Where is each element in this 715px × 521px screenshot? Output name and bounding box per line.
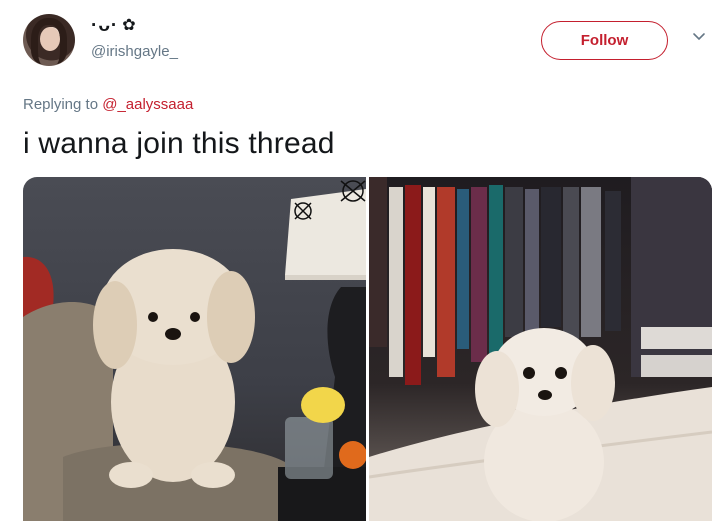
flower-icon: ✿ [122,17,136,34]
dog-on-couch-illustration [23,180,366,521]
dog-on-bed-photo[interactable] [369,177,712,521]
avatar[interactable] [23,14,75,66]
display-name[interactable]: ·ᴗ· [91,15,118,37]
user-handle[interactable]: @irishgayle_ [91,43,178,60]
chevron-down-icon[interactable] [692,30,706,44]
dog-on-couch-photo[interactable] [23,177,366,521]
replying-to-line: Replying to @_aalyssaaa [23,96,193,113]
dog-on-bed-illustration [369,177,712,521]
reply-to-mention-link[interactable]: @_aalyssaaa [102,96,193,113]
replying-to-label: Replying to [23,96,99,113]
media-grid [23,177,712,521]
follow-button[interactable]: Follow [541,21,668,60]
tweet-text: i wanna join this thread [23,127,335,160]
display-name-row[interactable]: ·ᴗ· ✿ [91,15,136,37]
avatar-face [40,27,60,51]
tweet-card: ·ᴗ· ✿ @irishgayle_ Follow Replying to @_… [0,0,715,521]
